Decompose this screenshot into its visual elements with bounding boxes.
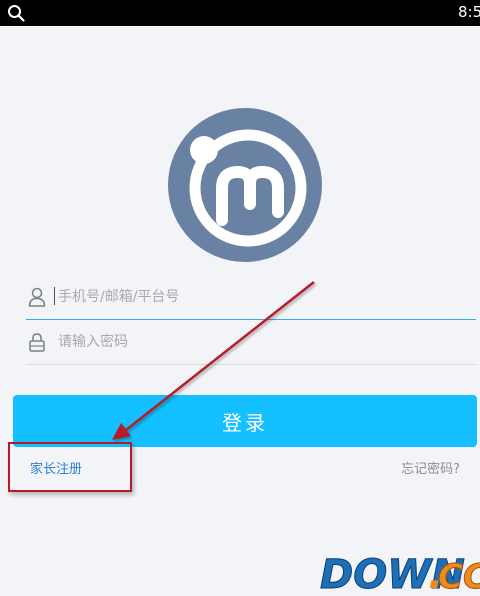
- username-field[interactable]: [26, 273, 476, 320]
- annotation-highlight-box: [8, 442, 132, 492]
- forgot-password-link[interactable]: 忘记密码?: [401, 458, 460, 477]
- password-field[interactable]: [26, 318, 476, 365]
- app-logo-icon: [168, 108, 322, 262]
- login-button[interactable]: 登录: [13, 395, 477, 447]
- user-icon: [28, 287, 46, 307]
- username-input[interactable]: [56, 283, 460, 311]
- status-time: 8:5: [458, 3, 480, 21]
- status-bar: 8:5: [0, 0, 480, 26]
- search-icon[interactable]: [7, 4, 25, 22]
- lock-icon: [29, 333, 45, 352]
- watermark-logo: DOWN . CC: [320, 552, 480, 596]
- watermark-suffix: CC: [438, 557, 480, 596]
- password-input[interactable]: [56, 328, 460, 356]
- text-caret: [54, 287, 55, 305]
